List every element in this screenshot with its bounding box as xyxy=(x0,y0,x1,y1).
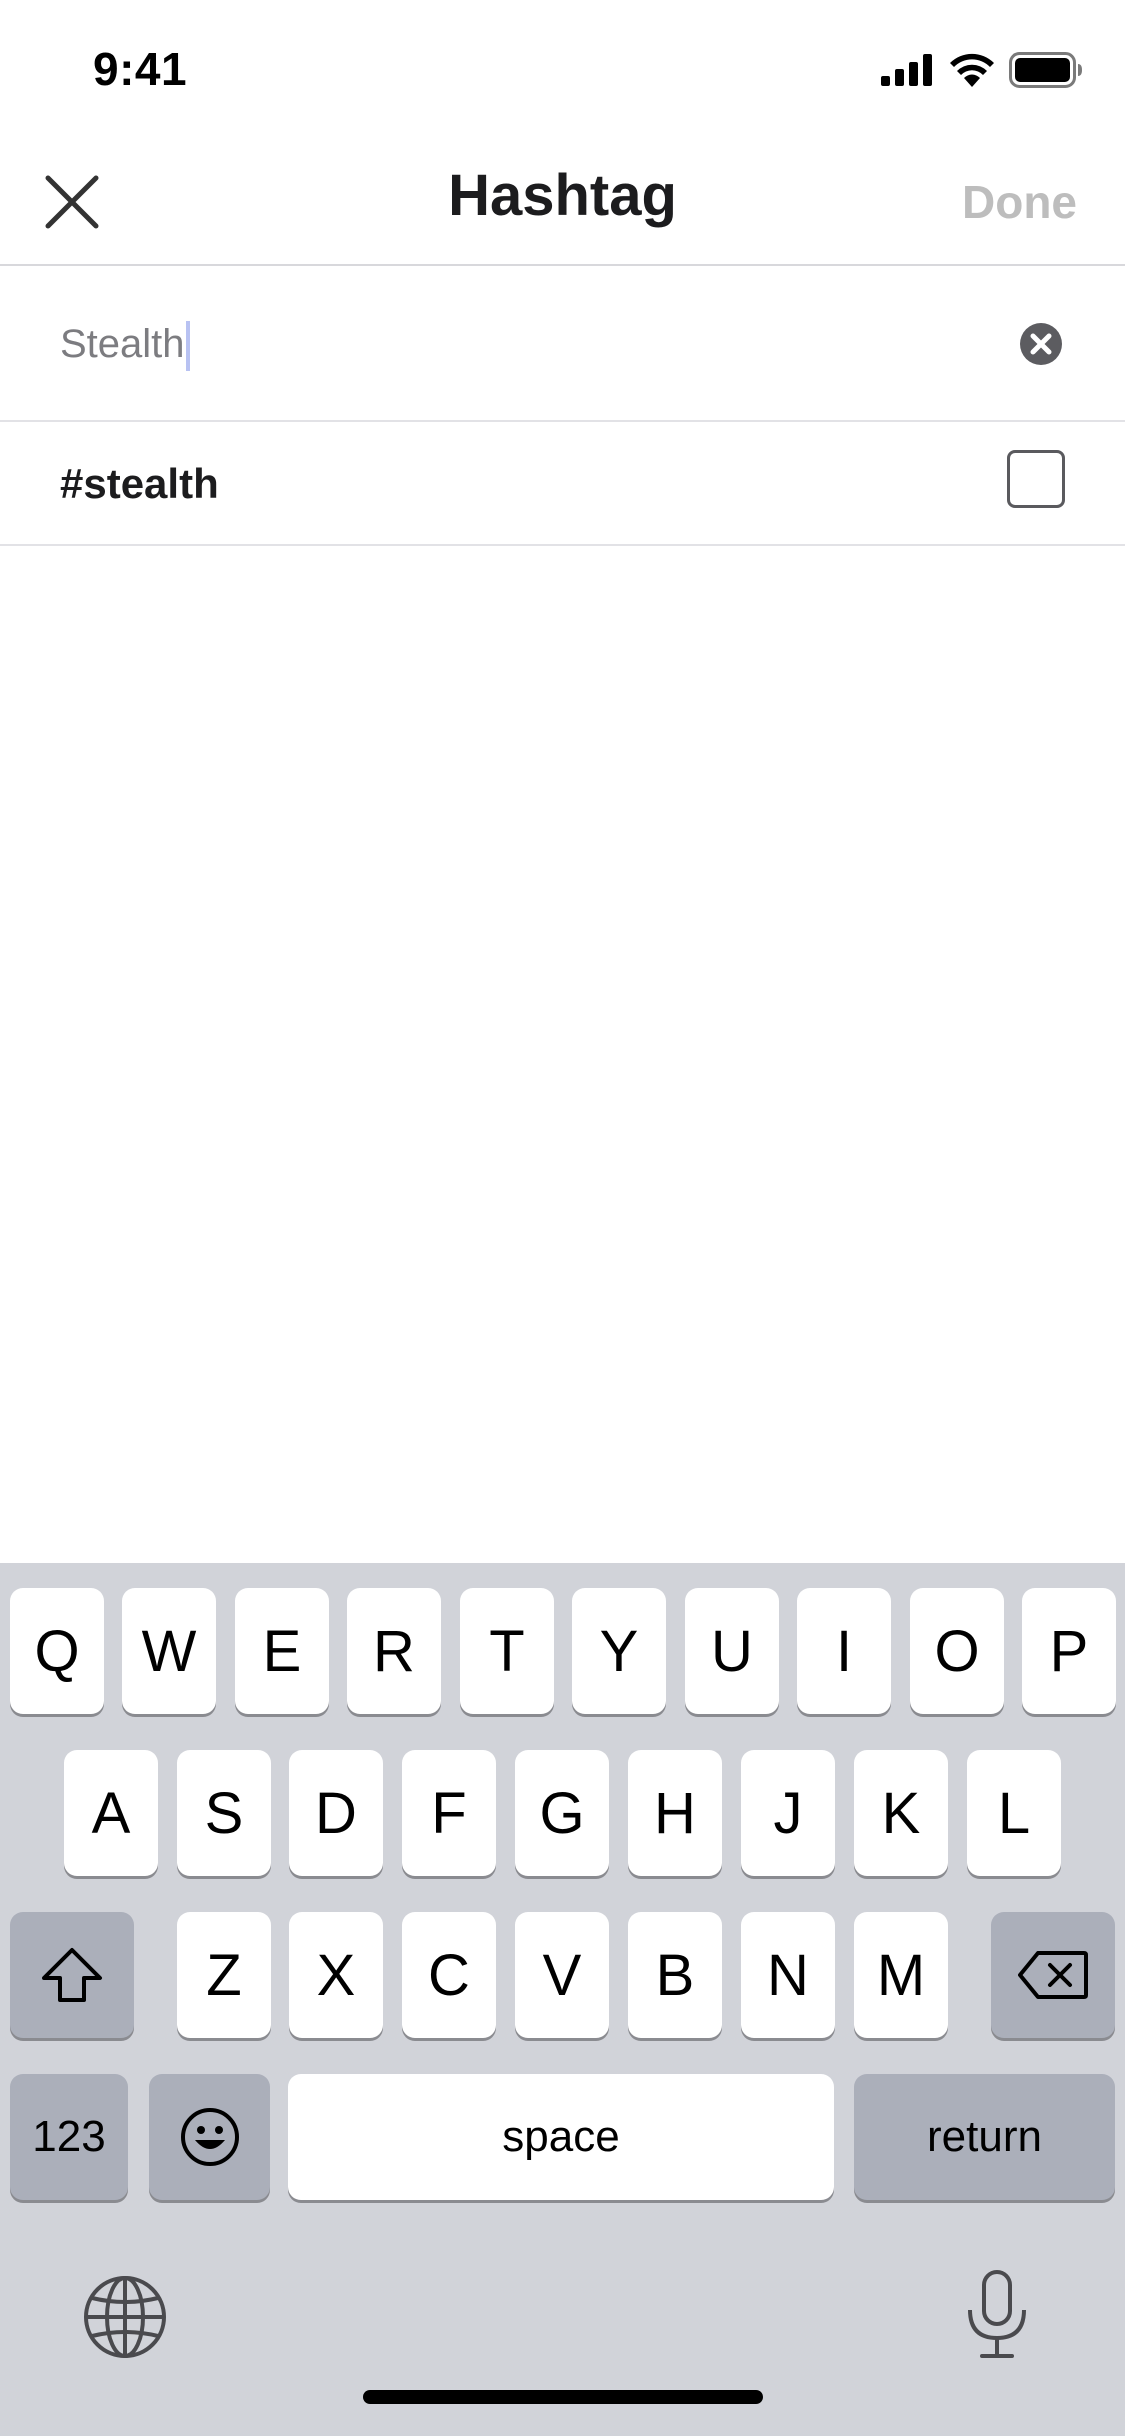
key-z[interactable]: Z xyxy=(177,1912,271,2038)
done-button[interactable]: Done xyxy=(962,172,1077,232)
numbers-key[interactable]: 123 xyxy=(10,2074,128,2200)
list-item[interactable]: #stealth xyxy=(0,422,1125,546)
status-time: 9:41 xyxy=(93,43,188,95)
status-bar: 9:41 xyxy=(0,0,1125,140)
search-input-value: Stealth xyxy=(60,322,185,366)
key-t[interactable]: T xyxy=(460,1588,554,1714)
key-k[interactable]: K xyxy=(854,1750,948,1876)
space-key[interactable]: space xyxy=(288,2074,834,2200)
home-indicator xyxy=(363,2390,763,2404)
hashtag-label: #stealth xyxy=(60,460,219,507)
emoji-icon xyxy=(180,2108,239,2166)
key-b[interactable]: B xyxy=(628,1912,722,2038)
delete-icon xyxy=(1018,1951,1088,1999)
globe-icon xyxy=(84,2276,166,2358)
key-l[interactable]: L xyxy=(967,1750,1061,1876)
hashtag-checkbox[interactable] xyxy=(1007,450,1065,508)
globe-button[interactable] xyxy=(82,2274,168,2360)
microphone-icon xyxy=(968,2270,1026,2358)
key-e[interactable]: E xyxy=(235,1588,329,1714)
key-r[interactable]: R xyxy=(347,1588,441,1714)
key-d[interactable]: D xyxy=(289,1750,383,1876)
shift-key[interactable] xyxy=(10,1912,134,2038)
key-g[interactable]: G xyxy=(515,1750,609,1876)
key-h[interactable]: H xyxy=(628,1750,722,1876)
key-a[interactable]: A xyxy=(64,1750,158,1876)
key-w[interactable]: W xyxy=(122,1588,216,1714)
nav-bar: Hashtag Done xyxy=(0,140,1125,266)
emoji-key[interactable] xyxy=(149,2074,270,2200)
key-f[interactable]: F xyxy=(402,1750,496,1876)
key-x[interactable]: X xyxy=(289,1912,383,2038)
wifi-icon xyxy=(950,53,994,87)
clear-icon xyxy=(1020,323,1062,365)
key-j[interactable]: J xyxy=(741,1750,835,1876)
key-s[interactable]: S xyxy=(177,1750,271,1876)
key-o[interactable]: O xyxy=(910,1588,1004,1714)
status-icons xyxy=(881,50,1083,90)
key-n[interactable]: N xyxy=(741,1912,835,2038)
delete-key[interactable] xyxy=(991,1912,1115,2038)
clear-search-button[interactable] xyxy=(1019,322,1063,366)
key-i[interactable]: I xyxy=(797,1588,891,1714)
key-u[interactable]: U xyxy=(685,1588,779,1714)
shift-icon xyxy=(42,1948,102,2002)
return-key[interactable]: return xyxy=(854,2074,1115,2200)
text-caret xyxy=(185,321,190,372)
microphone-button[interactable] xyxy=(960,2268,1034,2360)
key-v[interactable]: V xyxy=(515,1912,609,2038)
key-y[interactable]: Y xyxy=(572,1588,666,1714)
hashtag-search-input[interactable]: Stealth xyxy=(60,314,190,374)
hashtag-search-row: Stealth xyxy=(0,266,1125,422)
key-p[interactable]: P xyxy=(1022,1588,1116,1714)
page-title: Hashtag xyxy=(448,163,677,228)
signal-icon xyxy=(881,54,932,86)
key-m[interactable]: M xyxy=(854,1912,948,2038)
key-c[interactable]: C xyxy=(402,1912,496,2038)
key-q[interactable]: Q xyxy=(10,1588,104,1714)
battery-icon xyxy=(1009,52,1082,88)
